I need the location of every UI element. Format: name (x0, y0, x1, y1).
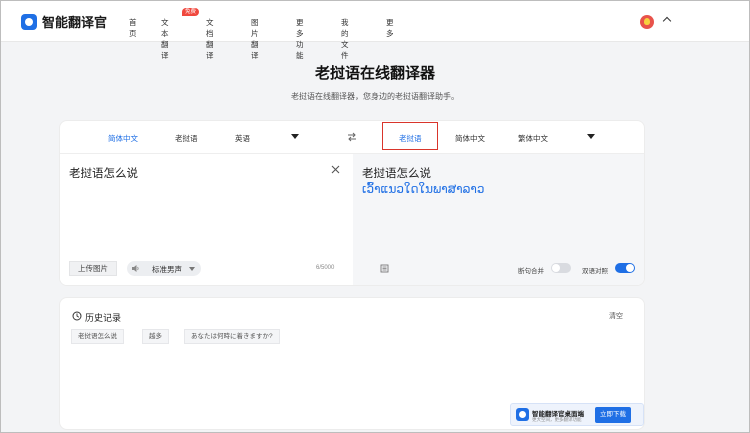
source-pane[interactable]: 老挝语怎么说 上传图片 标准男声 6/5000 (60, 154, 353, 285)
free-badge: 免费 (182, 8, 200, 16)
download-button[interactable]: 立即下载 (595, 407, 631, 423)
translation-result: ເວົ້າແນວໃດໃນພາສາລາວ (362, 182, 485, 196)
language-bar: 简体中文 老挝语 英语 老挝语 简体中文 繁体中文 (60, 121, 644, 154)
toggle-knob (626, 264, 634, 272)
translation-source-echo: 老挝语怎么说 (362, 168, 431, 180)
translator-card: 简体中文 老挝语 英语 老挝语 简体中文 繁体中文 老挝语怎么说 上传图片 标准… (59, 120, 645, 286)
sentence-merge-label: 断句合并 (518, 268, 544, 275)
voice-select[interactable]: 标准男声 (127, 261, 201, 276)
logo[interactable]: 智能翻译官 (21, 12, 107, 31)
swap-languages-icon[interactable] (347, 132, 357, 142)
app-name: 智能翻译官 (42, 15, 108, 30)
source-text-input[interactable]: 老挝语怎么说 (69, 165, 138, 181)
target-lang-tab-zh-tw[interactable]: 繁体中文 (518, 133, 548, 144)
source-lang-dropdown-icon[interactable] (291, 134, 299, 139)
page-title: 老挝语在线翻译器 (314, 65, 435, 82)
nav-my-files[interactable]: 我的文件 (341, 17, 349, 61)
desktop-promo-banner[interactable]: 智能翻译官桌面端 更大空间，更多翻译功能 立即下载 (510, 403, 644, 426)
bilingual-toggle[interactable] (615, 263, 635, 273)
history-item[interactable]: 老挝语怎么说 (71, 329, 124, 344)
top-header: 智能翻译官 首页 文本翻译 免费 文档翻译 图片翻译 更多功能 我的文件 更多 (1, 1, 749, 60)
nav-home[interactable]: 首页 (129, 17, 137, 39)
nav-text-translate[interactable]: 文本翻译 免费 (161, 8, 200, 61)
chevron-up-icon[interactable] (662, 16, 672, 26)
app-logo-icon (21, 13, 37, 30)
nav-doc-translate[interactable]: 文档翻译 (206, 17, 214, 61)
clear-input-icon[interactable] (331, 165, 340, 174)
source-lang-tab-zh[interactable]: 简体中文 (108, 133, 138, 144)
user-avatar-icon[interactable] (640, 15, 654, 29)
target-lang-tab-zh[interactable]: 简体中文 (455, 133, 485, 144)
voice-dropdown-icon (189, 267, 195, 271)
history-item[interactable]: あなたは何時に着きますか? (184, 329, 280, 344)
nav-image-translate[interactable]: 图片翻译 (251, 17, 259, 61)
target-lang-dropdown-icon[interactable] (587, 134, 595, 139)
char-count: 6/5000 (316, 265, 335, 271)
nav-more-features[interactable]: 更多功能 (296, 17, 304, 61)
target-pane: 老挝语怎么说 ເວົ້າແນວໃດໃນພາສາລາວ 断句合并 双语对照 (353, 154, 644, 285)
history-icon (72, 311, 82, 321)
speaker-icon[interactable] (131, 264, 140, 273)
desktop-app-logo-icon (516, 408, 529, 421)
copy-icon[interactable] (380, 264, 389, 273)
target-lang-tab-lao[interactable]: 老挝语 (399, 133, 422, 144)
nav-more[interactable]: 更多 (386, 17, 394, 39)
bilingual-label: 双语对照 (582, 268, 608, 275)
promo-subtitle: 更大空间，更多翻译功能 (532, 417, 582, 422)
source-lang-tab-lao[interactable]: 老挝语 (175, 133, 198, 144)
history-item[interactable]: 越多 (142, 329, 169, 344)
history-title: 历史记录 (85, 313, 122, 323)
source-lang-tab-en[interactable]: 英语 (235, 133, 250, 144)
toggle-knob (552, 264, 560, 272)
upload-image-button[interactable]: 上传图片 (69, 261, 117, 276)
nav-text-translate-label: 文本翻译 (161, 18, 169, 60)
sentence-merge-toggle[interactable] (551, 263, 571, 273)
page-subtitle: 老挝语在线翻译器，您身边的老挝语翻译助手。 (291, 92, 459, 101)
voice-label: 标准男声 (152, 265, 182, 274)
clear-history-button[interactable]: 清空 (609, 311, 623, 321)
